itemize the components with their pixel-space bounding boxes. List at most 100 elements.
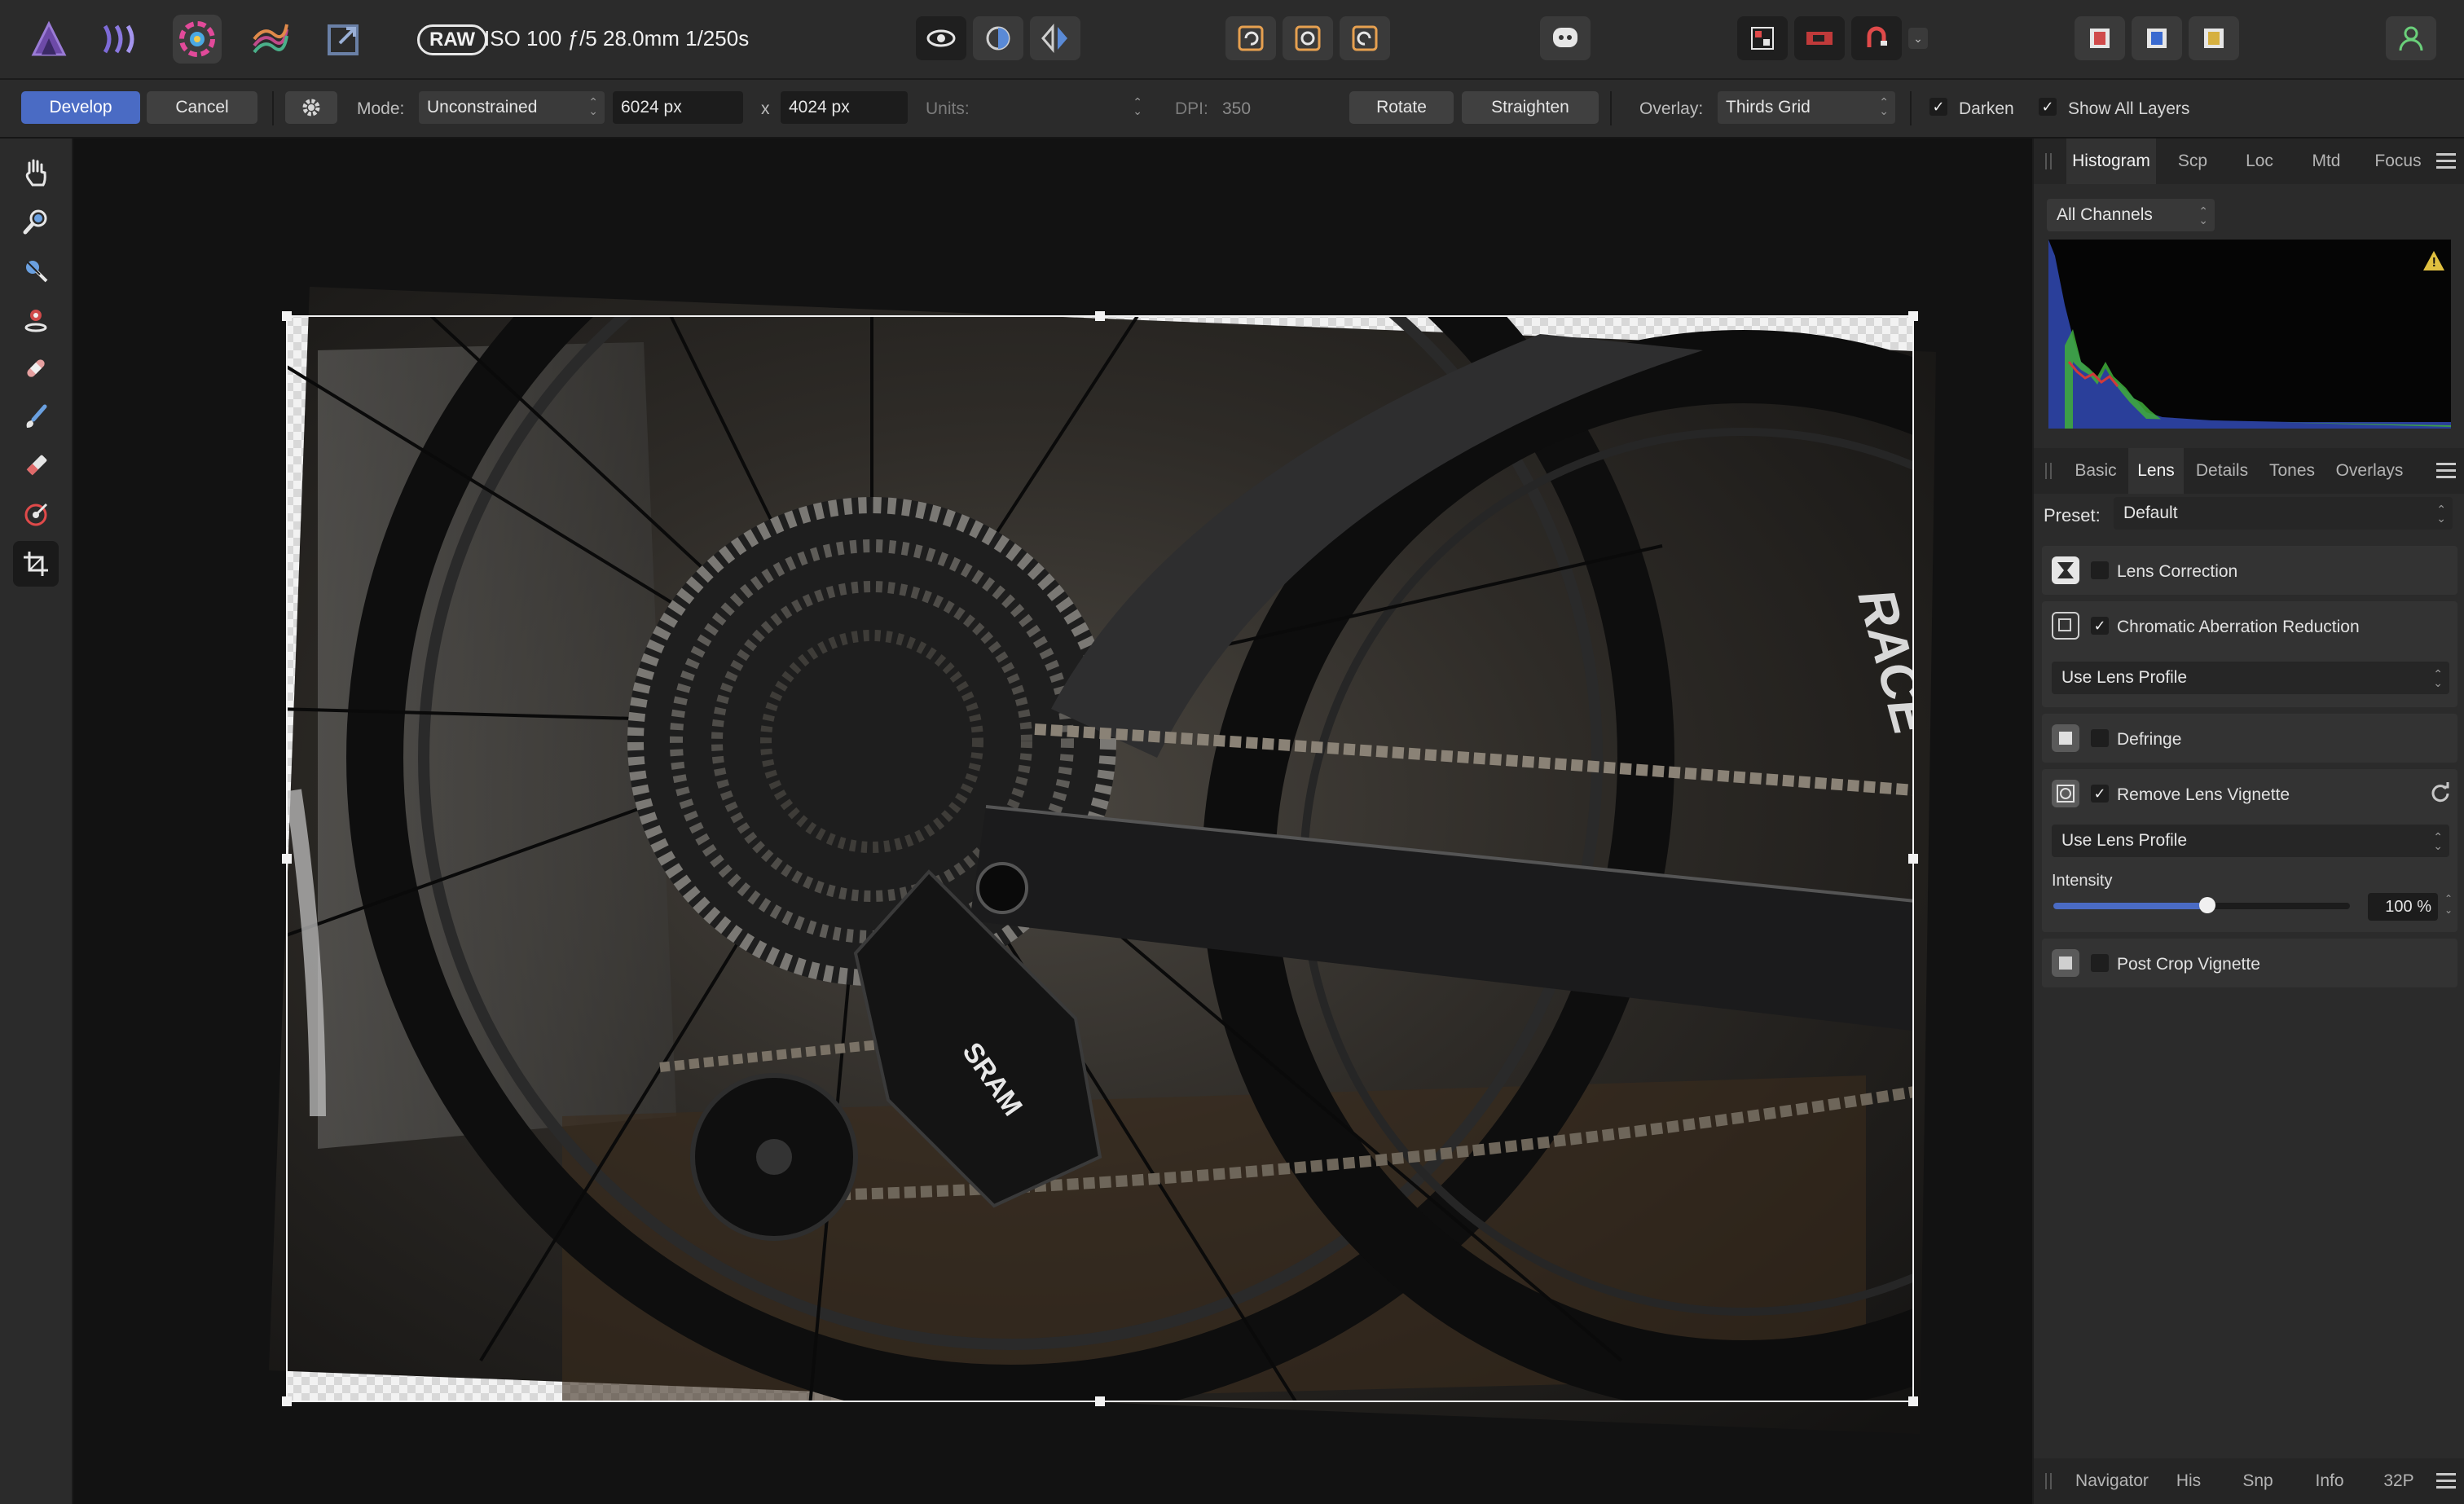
height-input[interactable]: 4024 px xyxy=(781,91,908,124)
intensity-slider-track[interactable] xyxy=(2053,897,2350,913)
show-mask-blue-icon[interactable] xyxy=(2132,16,2182,60)
panel-menu-icon[interactable] xyxy=(2436,1473,2456,1489)
select-arrows-icon: ⌃ ⌄ xyxy=(2433,830,2443,852)
chevron-down-icon[interactable]: ⌄ xyxy=(1908,28,1928,49)
remove-vignette-checkbox[interactable]: ✓ xyxy=(2091,785,2109,803)
clipped-tones-icon[interactable] xyxy=(1851,16,1902,60)
reset-icon[interactable] xyxy=(2430,782,2451,807)
develop-button[interactable]: Develop xyxy=(21,91,140,124)
lens-correction-label: Lens Correction xyxy=(2117,562,2238,581)
white-balance-tool-icon[interactable] xyxy=(13,248,59,293)
overlay-erase-tool-icon[interactable] xyxy=(13,443,59,489)
tab-snapshots[interactable]: Snp xyxy=(2229,1458,2286,1504)
clipped-shadows-icon[interactable] xyxy=(1737,16,1788,60)
panel-menu-icon[interactable] xyxy=(2436,153,2456,169)
develop-persona-icon[interactable] xyxy=(173,15,222,64)
tab-location[interactable]: Loc xyxy=(2231,139,2288,184)
zoom-tool-icon[interactable] xyxy=(13,199,59,244)
crop-handle[interactable] xyxy=(1095,311,1105,321)
preset-select[interactable]: Default ⌃ ⌄ xyxy=(2114,497,2453,530)
red-eye-tool-icon[interactable] xyxy=(13,297,59,342)
intensity-stepper-icon[interactable]: ⌃ ⌄ xyxy=(2444,893,2453,916)
chromatic-aberration-checkbox[interactable]: ✓ xyxy=(2091,617,2109,635)
mirror-view-button[interactable] xyxy=(1030,16,1080,60)
units-select[interactable]: ⌃ ⌄ xyxy=(986,91,1149,124)
tab-details[interactable]: Details xyxy=(2187,448,2257,494)
show-all-layers-checkbox[interactable]: ✓ xyxy=(2039,98,2057,116)
dpi-value[interactable]: 350 xyxy=(1222,99,1251,119)
tone-mapping-persona-icon[interactable] xyxy=(246,15,295,64)
crop-handle[interactable] xyxy=(1095,1396,1105,1406)
defringe-label: Defringe xyxy=(2117,730,2182,749)
show-mask-yellow-icon[interactable] xyxy=(2189,16,2239,60)
defringe-checkbox[interactable] xyxy=(2091,729,2109,747)
panel-grip-icon[interactable] xyxy=(2045,463,2052,479)
tab-overlays[interactable]: Overlays xyxy=(2327,448,2412,494)
straighten-button[interactable]: Straighten xyxy=(1462,91,1599,124)
cancel-button[interactable]: Cancel xyxy=(147,91,257,124)
tab-histogram[interactable]: Histogram xyxy=(2066,139,2156,184)
photo-image: SRAM RACE xyxy=(269,287,1936,1434)
tools-panel xyxy=(0,139,73,1504)
show-mask-red-icon[interactable] xyxy=(2075,16,2125,60)
tab-tones[interactable]: Tones xyxy=(2262,448,2322,494)
crop-tool-icon[interactable] xyxy=(13,541,59,587)
photo-persona-icon[interactable] xyxy=(24,15,73,64)
account-icon[interactable] xyxy=(2386,16,2436,60)
crop-handle[interactable] xyxy=(282,311,292,321)
intensity-slider-knob[interactable] xyxy=(2199,897,2216,913)
liquify-persona-icon[interactable] xyxy=(98,15,147,64)
overlay-value: Thirds Grid xyxy=(1726,98,1811,117)
intensity-input[interactable]: 100 % xyxy=(2368,893,2438,921)
panel-grip-icon[interactable] xyxy=(2045,153,2052,169)
hand-tool-icon[interactable] xyxy=(13,150,59,196)
exif-info: ISO 100 ƒ/5 28.0mm 1/250s xyxy=(484,26,750,51)
channels-select[interactable]: All Channels ⌃ ⌄ xyxy=(2047,199,2215,231)
tab-lens[interactable]: Lens xyxy=(2128,448,2184,494)
tab-navigator[interactable]: Navigator xyxy=(2066,1458,2158,1504)
remove-vignette-label: Remove Lens Vignette xyxy=(2117,785,2290,804)
before-after-view-button[interactable] xyxy=(916,16,966,60)
crop-handle[interactable] xyxy=(282,854,292,864)
divider xyxy=(1610,91,1612,125)
overlay-select[interactable]: Thirds Grid ⌃ ⌄ xyxy=(1718,91,1895,124)
darken-checkbox[interactable]: ✓ xyxy=(1929,98,1947,116)
export-persona-icon[interactable] xyxy=(319,15,368,64)
tab-basic[interactable]: Basic xyxy=(2066,448,2125,494)
raw-badge: RAW xyxy=(417,24,487,55)
crop-handle[interactable] xyxy=(1908,311,1918,321)
reset-rotation-icon[interactable] xyxy=(1283,16,1333,60)
preset-value: Default xyxy=(2123,504,2178,522)
post-crop-vignette-checkbox[interactable] xyxy=(2091,954,2109,972)
assistant-icon[interactable] xyxy=(1540,16,1591,60)
show-all-layers-label: Show All Layers xyxy=(2068,99,2190,118)
panel-grip-icon[interactable] xyxy=(2045,1473,2052,1489)
canvas[interactable]: SRAM RACE xyxy=(73,139,2032,1504)
rotate-left-icon[interactable] xyxy=(1225,16,1276,60)
crop-handle[interactable] xyxy=(1908,854,1918,864)
width-input[interactable]: 6024 px xyxy=(613,91,743,124)
tab-focus[interactable]: Focus xyxy=(2365,139,2431,184)
tab-info[interactable]: Info xyxy=(2301,1458,2358,1504)
settings-gear-icon[interactable] xyxy=(285,91,337,124)
select-arrows-icon: ⌃ ⌄ xyxy=(2198,204,2208,226)
blemish-removal-tool-icon[interactable] xyxy=(13,345,59,391)
chromatic-profile-select[interactable]: Use Lens Profile ⌃ ⌄ xyxy=(2052,662,2449,694)
overlay-gradient-tool-icon[interactable] xyxy=(13,492,59,538)
tab-scope[interactable]: Scp xyxy=(2164,139,2221,184)
crop-handle[interactable] xyxy=(282,1396,292,1406)
vignette-profile-select[interactable]: Use Lens Profile ⌃ ⌄ xyxy=(2052,825,2449,857)
split-view-button[interactable] xyxy=(973,16,1023,60)
rotate-button[interactable]: Rotate xyxy=(1349,91,1454,124)
photo-view[interactable]: SRAM RACE xyxy=(73,139,2032,1504)
tab-history[interactable]: His xyxy=(2164,1458,2213,1504)
tab-metadata[interactable]: Mtd xyxy=(2298,139,2355,184)
panel-menu-icon[interactable] xyxy=(2436,463,2456,479)
crop-handle[interactable] xyxy=(1908,1396,1918,1406)
lens-correction-checkbox[interactable] xyxy=(2091,561,2109,579)
clipped-highlights-icon[interactable] xyxy=(1794,16,1845,60)
mode-select[interactable]: Unconstrained ⌃ ⌄ xyxy=(419,91,605,124)
rotate-right-icon[interactable] xyxy=(1340,16,1390,60)
tab-32bit-preview[interactable]: 32P xyxy=(2368,1458,2430,1504)
overlay-paint-tool-icon[interactable] xyxy=(13,394,59,440)
